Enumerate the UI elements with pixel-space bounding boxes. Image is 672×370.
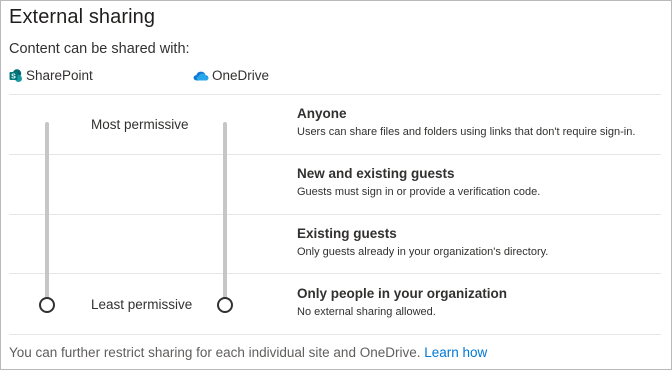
divider	[9, 94, 661, 95]
divider	[9, 214, 661, 215]
option-new-existing-guests-description: Guests must sign in or provide a verific…	[297, 186, 541, 198]
option-org-only-title: Only people in your organization	[297, 286, 508, 301]
external-sharing-panel: External sharing Content can be shared w…	[0, 0, 672, 370]
least-permissive-label: Least permissive	[91, 297, 193, 312]
sharepoint-slider-track[interactable]	[45, 122, 49, 298]
page-title: External sharing	[9, 6, 156, 28]
learn-how-link[interactable]: Learn how	[424, 345, 487, 360]
onedrive-slider-track[interactable]	[223, 122, 227, 298]
option-new-existing-guests-title: New and existing guests	[297, 166, 455, 181]
most-permissive-label: Most permissive	[91, 117, 189, 132]
sharepoint-icon: S	[9, 68, 23, 83]
service-label-onedrive: OneDrive	[212, 68, 270, 83]
page-subtitle: Content can be shared with:	[9, 41, 190, 57]
footer-text: You can further restrict sharing for eac…	[9, 345, 421, 360]
divider	[9, 273, 661, 274]
svg-text:S: S	[11, 73, 16, 80]
option-org-only-description: No external sharing allowed.	[297, 306, 436, 318]
service-label-sharepoint: SharePoint	[26, 68, 93, 83]
option-existing-guests-description: Only guests already in your organization…	[297, 246, 549, 258]
option-anyone-title: Anyone	[297, 106, 347, 121]
footer-note: You can further restrict sharing for eac…	[9, 345, 487, 360]
onedrive-icon	[193, 70, 209, 82]
divider	[9, 154, 661, 155]
onedrive-slider-thumb[interactable]	[217, 297, 233, 313]
divider	[9, 334, 661, 335]
service-onedrive: OneDrive	[193, 68, 269, 83]
service-sharepoint: S SharePoint	[9, 68, 93, 83]
option-existing-guests-title: Existing guests	[297, 226, 397, 241]
sharepoint-slider-thumb[interactable]	[39, 297, 55, 313]
option-anyone-description: Users can share files and folders using …	[297, 126, 636, 138]
